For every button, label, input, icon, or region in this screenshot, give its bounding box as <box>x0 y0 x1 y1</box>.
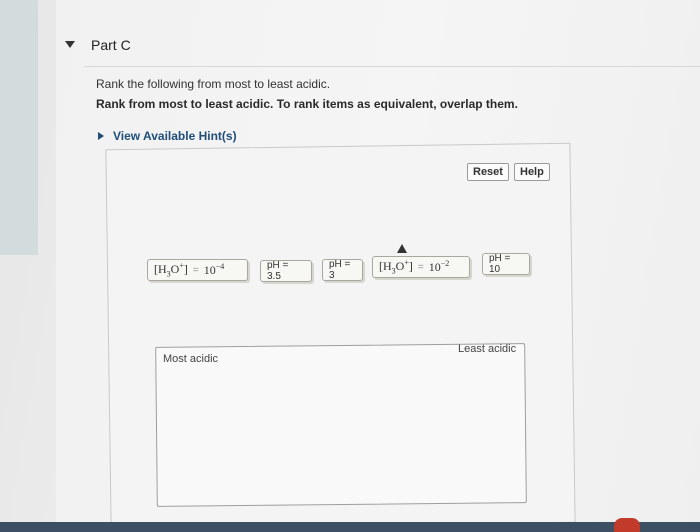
tile-formula: [H3O+] <box>379 258 413 276</box>
tile-equals: = <box>192 264 199 276</box>
rank-tile-ph-10[interactable]: pH = 10 <box>482 253 530 275</box>
triangle-right-icon <box>98 132 104 140</box>
view-hints-link[interactable]: View Available Hint(s) <box>98 129 237 143</box>
tile-value: 10−4 <box>203 262 225 277</box>
tile-label: pH = 3.5 <box>267 260 289 282</box>
reset-button[interactable]: Reset <box>467 163 509 181</box>
tile-value: 10−2 <box>428 259 450 274</box>
rank-tile-ph-3-5[interactable]: pH = 3.5 <box>260 260 312 282</box>
divider <box>84 66 700 67</box>
rank-tile-ph-3[interactable]: pH = 3 <box>322 259 363 281</box>
tile-formula: [H3O+] <box>154 261 188 279</box>
least-acidic-label: Least acidic <box>458 343 517 355</box>
collapse-caret-icon[interactable] <box>65 41 75 48</box>
part-title: Part C <box>91 37 131 53</box>
taskbar-edge <box>0 522 700 532</box>
tile-label: pH = 3 <box>329 259 351 281</box>
rank-tile-h3o-1e-2[interactable]: [H3O+] = 10−2 <box>372 256 470 278</box>
background-strip <box>0 0 38 255</box>
rank-tile-h3o-1e-4[interactable]: [H3O+] = 10−4 <box>147 259 248 281</box>
tile-equals: = <box>417 261 424 273</box>
view-hints-label: View Available Hint(s) <box>113 129 237 143</box>
tile-label: pH = 10 <box>489 253 511 275</box>
ranking-drop-zone[interactable] <box>155 343 527 507</box>
taskbar-app-icon <box>614 518 640 532</box>
question-instruction: Rank from most to least acidic. To rank … <box>96 97 518 111</box>
help-button[interactable]: Help <box>514 163 550 181</box>
most-acidic-label: Most acidic <box>163 353 219 365</box>
mouse-cursor-icon <box>397 244 407 253</box>
question-text: Rank the following from most to least ac… <box>96 77 331 91</box>
